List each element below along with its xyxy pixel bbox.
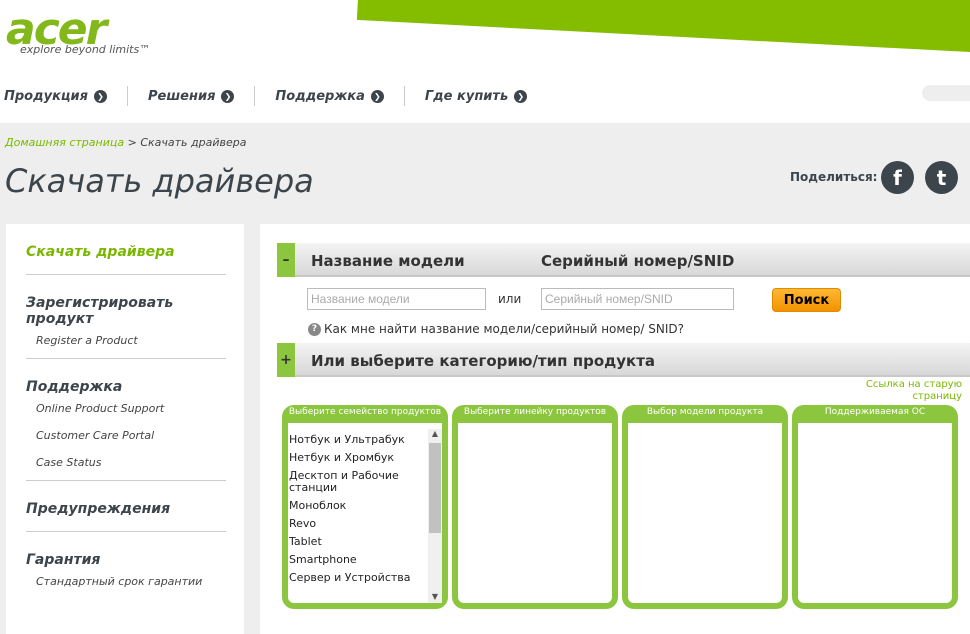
scrollbar-thumb[interactable] bbox=[429, 443, 441, 533]
help-link[interactable]: ? Как мне найти название модели/серийный … bbox=[308, 322, 684, 336]
facebook-icon[interactable]: f bbox=[881, 161, 914, 194]
os-column[interactable]: Поддерживаемая ОС bbox=[792, 405, 958, 609]
sidebar-item-alerts[interactable]: Предупреждения bbox=[26, 481, 226, 517]
header: acer explore beyond limits™ Продукция ❯ Р… bbox=[0, 0, 970, 123]
line-column[interactable]: Выберите линейку продуктов bbox=[452, 405, 618, 609]
list-item[interactable]: Моноблок bbox=[288, 497, 428, 515]
chevron-right-icon: ❯ bbox=[514, 89, 528, 103]
chevron-right-icon: ❯ bbox=[94, 89, 108, 103]
twitter-icon[interactable]: t bbox=[925, 161, 958, 194]
sidebar-sub-case-status[interactable]: Case Status bbox=[26, 449, 226, 476]
list-item[interactable]: Smartphone bbox=[288, 551, 428, 569]
column-header: Поддерживаемая ОС bbox=[824, 407, 926, 417]
or-label: или bbox=[498, 292, 522, 306]
breadcrumb: Домашняя страница > Скачать драйвера bbox=[5, 136, 246, 149]
nav-solutions[interactable]: Решения ❯ bbox=[127, 86, 254, 106]
old-link-line: страницу bbox=[912, 391, 962, 402]
nav-label: Поддержка bbox=[275, 88, 365, 104]
help-text: Как мне найти название модели/серийный н… bbox=[324, 322, 685, 336]
sidebar: Скачать драйвера Зарегистрировать продук… bbox=[6, 224, 244, 634]
old-page-link[interactable]: Ссылка на старую страницу bbox=[866, 379, 962, 403]
family-column: Выберите семейство продуктов Нотбук и Ул… bbox=[282, 405, 448, 609]
sidebar-sub-register[interactable]: Register a Product bbox=[26, 327, 226, 354]
sidebar-item-warranty[interactable]: Гарантия bbox=[26, 532, 226, 568]
nav-label: Продукция bbox=[4, 88, 89, 104]
expand-toggle[interactable]: + bbox=[277, 343, 295, 377]
main-nav: Продукция ❯ Решения ❯ Поддержка ❯ Где купит… bbox=[0, 86, 547, 106]
main-content: – Название модели Серийный номер/SNID На… bbox=[260, 224, 970, 634]
nav-support[interactable]: Поддержка ❯ bbox=[254, 86, 403, 106]
page-title: Скачать драйвера bbox=[5, 162, 314, 200]
model-name-input[interactable]: Название модели bbox=[307, 288, 486, 310]
sidebar-item-register[interactable]: Зарегистрировать продукт bbox=[26, 275, 226, 327]
question-icon: ? bbox=[308, 322, 321, 336]
collapse-toggle[interactable]: – bbox=[277, 243, 295, 277]
breadcrumb-home[interactable]: Домашняя страница bbox=[5, 136, 124, 149]
nav-products[interactable]: Продукция ❯ bbox=[0, 86, 127, 106]
nav-label: Где купить bbox=[424, 88, 509, 104]
family-list[interactable]: Нотбук и Ультрабук Нетбук и Хромбук Деск… bbox=[288, 431, 428, 587]
serial-heading: Серийный номер/SNID bbox=[541, 252, 735, 270]
list-item[interactable]: Нотбук и Ультрабук bbox=[288, 431, 428, 449]
nav-where-to-buy[interactable]: Где купить ❯ bbox=[403, 86, 547, 106]
breadcrumb-current: Скачать драйвера bbox=[140, 136, 247, 149]
decorative-swoosh bbox=[356, 0, 970, 57]
sidebar-item-drivers[interactable]: Скачать драйвера bbox=[26, 224, 226, 260]
list-item[interactable]: Нетбук и Хромбук bbox=[288, 449, 428, 467]
scrollbar[interactable]: ▲ ▼ bbox=[428, 429, 442, 603]
list-item[interactable]: Revo bbox=[288, 515, 428, 533]
breadcrumb-sep: > bbox=[127, 136, 137, 149]
category-heading: Или выберите категорию/тип продукта bbox=[311, 352, 656, 370]
list-item[interactable]: Tablet bbox=[288, 533, 428, 551]
column-header: Выбор модели продукта bbox=[646, 407, 764, 417]
category-section-header[interactable]: + Или выберите категорию/тип продукта bbox=[277, 343, 970, 377]
chevron-right-icon: ❯ bbox=[221, 89, 235, 103]
nav-label: Решения bbox=[148, 88, 216, 104]
logo-tagline: explore beyond limits™ bbox=[20, 43, 151, 56]
sidebar-sub-online-support[interactable]: Online Product Support bbox=[26, 395, 226, 422]
scroll-down-icon[interactable]: ▼ bbox=[428, 592, 442, 601]
share-label: Поделиться: bbox=[790, 170, 878, 184]
list-item[interactable]: Десктоп и Рабочие станции bbox=[288, 467, 428, 497]
search-section-header: – Название модели Серийный номер/SNID bbox=[277, 243, 970, 277]
model-heading: Название модели bbox=[311, 252, 465, 270]
list-item[interactable]: Сервер и Устройства bbox=[288, 569, 428, 587]
search-button[interactable]: Поиск bbox=[772, 288, 841, 312]
column-header: Выберите семейство продуктов bbox=[288, 407, 442, 417]
serial-input[interactable]: Серийный номер/SNID bbox=[541, 288, 734, 310]
column-header: Выберите линейку продуктов bbox=[463, 407, 607, 417]
model-column[interactable]: Выбор модели продукта bbox=[622, 405, 788, 609]
old-link-line: Ссылка на старую bbox=[865, 379, 962, 390]
scroll-up-icon[interactable]: ▲ bbox=[428, 429, 442, 438]
search-field[interactable] bbox=[922, 85, 970, 101]
sidebar-sub-warranty[interactable]: Стандартный срок гарантии bbox=[26, 568, 226, 595]
sidebar-sub-customer-care[interactable]: Customer Care Portal bbox=[26, 422, 226, 449]
sidebar-item-support[interactable]: Поддержка bbox=[26, 359, 226, 395]
chevron-right-icon: ❯ bbox=[370, 89, 384, 103]
